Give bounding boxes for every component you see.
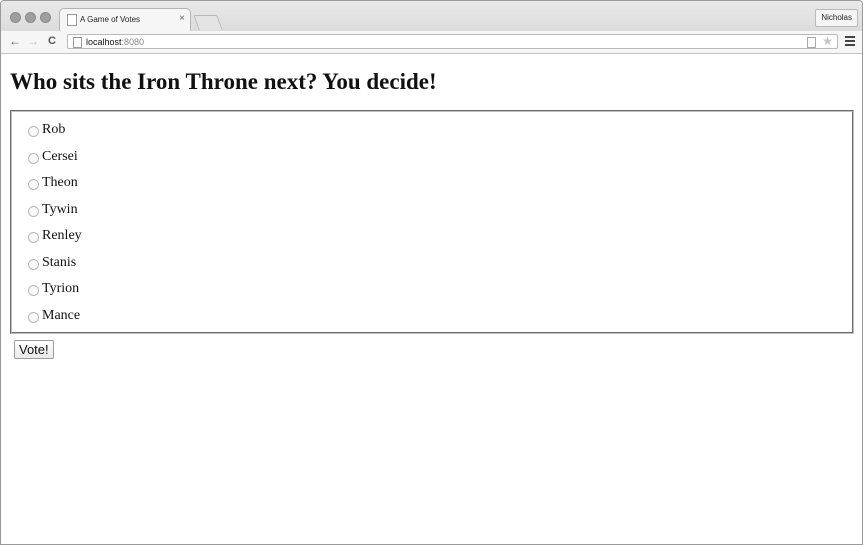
radio-button[interactable]	[28, 232, 39, 243]
option-label: Theon	[42, 175, 78, 190]
page-content: Who sits the Iron Throne next? You decid…	[1, 54, 862, 544]
address-bar[interactable]: localhost:8080 ★	[67, 34, 838, 49]
reload-icon[interactable]: C	[48, 33, 56, 49]
close-window-button[interactable]	[10, 12, 21, 23]
radio-button[interactable]	[28, 152, 39, 164]
page-icon	[67, 14, 77, 26]
maximize-window-button[interactable]	[40, 12, 51, 23]
radio-button[interactable]	[28, 258, 39, 270]
browser-toolbar: ← → C localhost:8080 ★	[1, 31, 862, 54]
radio-button[interactable]	[28, 285, 39, 296]
browser-window: A Game of Votes × Nicholas ← → C localho…	[0, 0, 863, 545]
close-tab-icon[interactable]: ×	[179, 13, 185, 25]
option-label: Mance	[42, 307, 81, 323]
new-tab-button[interactable]	[193, 15, 223, 30]
option-label: Tywin	[42, 201, 78, 217]
option-label: Tyrion	[42, 281, 80, 296]
bookmark-star-icon[interactable]: ★	[822, 34, 833, 49]
url-port: :8080	[121, 37, 145, 47]
option-label: Stanis	[42, 254, 77, 270]
vote-button[interactable]: Vote!	[14, 340, 54, 359]
option-label: Cersei	[42, 148, 78, 164]
browser-tab[interactable]: A Game of Votes ×	[59, 8, 191, 31]
tab-title: A Game of Votes	[80, 15, 141, 24]
title-bar: A Game of Votes × Nicholas	[1, 1, 862, 31]
menu-icon[interactable]	[845, 36, 855, 48]
candidate-fieldset: Rob Cersei Theon Tywin Renley Stanis Tyr…	[10, 110, 854, 334]
page-title: Who sits the Iron Throne next? You decid…	[10, 69, 437, 94]
radio-button[interactable]	[28, 179, 39, 190]
radio-button[interactable]	[28, 311, 39, 323]
profile-button[interactable]: Nicholas	[815, 9, 858, 27]
page-action-icon[interactable]	[807, 37, 816, 48]
option-label: Rob	[42, 122, 66, 137]
radio-button[interactable]	[28, 126, 39, 137]
radio-button[interactable]	[28, 205, 39, 217]
url-host: localhost	[86, 37, 122, 47]
option-label: Renley	[42, 228, 82, 243]
minimize-window-button[interactable]	[25, 12, 36, 23]
url-text: localhost:8080	[86, 36, 144, 48]
back-arrow-icon[interactable]: ←	[9, 33, 21, 49]
page-icon	[73, 37, 82, 48]
forward-arrow-icon[interactable]: →	[27, 33, 39, 49]
